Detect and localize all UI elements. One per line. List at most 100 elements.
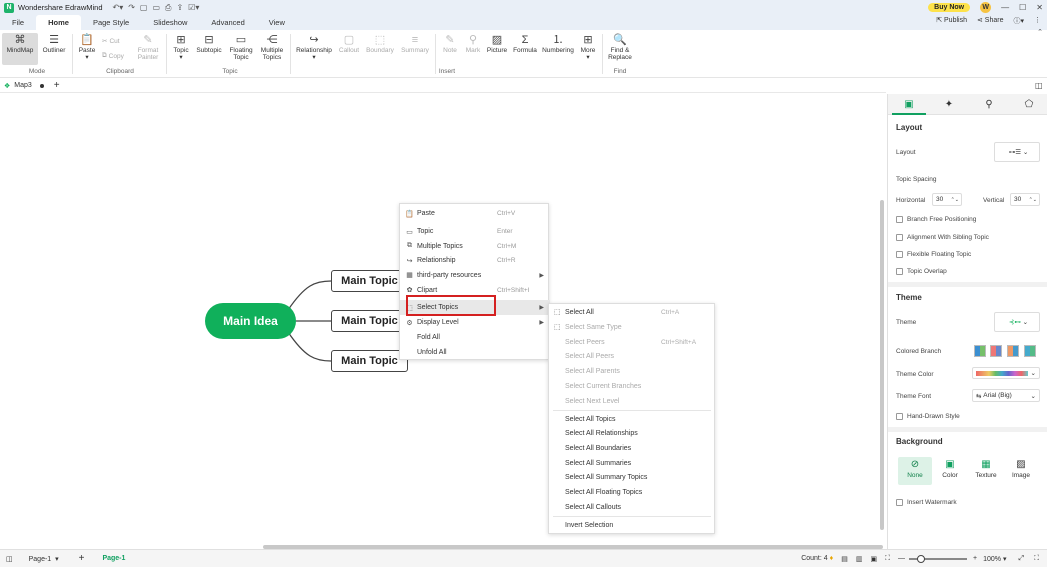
- background-color-option[interactable]: ▣ Color: [933, 457, 967, 485]
- location-tab-icon[interactable]: ⚲: [978, 96, 1000, 112]
- colored-branch-option[interactable]: [974, 345, 986, 357]
- menu-item-fold-all[interactable]: Fold All: [400, 330, 550, 345]
- submenu-item-select-next-level[interactable]: Select Next Level: [549, 394, 714, 409]
- main-idea-node[interactable]: Main Idea: [205, 303, 296, 339]
- outline-view-icon[interactable]: ▥: [856, 555, 863, 563]
- menu-item-unfold-all[interactable]: Unfold All: [400, 345, 550, 360]
- font-icon: ⇆: [976, 392, 982, 400]
- colored-branch-label: Colored Branch: [896, 348, 942, 355]
- menu-item-paste[interactable]: 📋 Paste Ctrl+V: [400, 206, 550, 221]
- submenu-item-select-all-summaries[interactable]: Select All Summaries: [549, 456, 714, 471]
- background-texture-option[interactable]: ▦ Texture: [969, 457, 1003, 485]
- zoom-slider-handle[interactable]: [917, 554, 926, 563]
- sidebar-toggle-icon[interactable]: ◫: [6, 555, 13, 563]
- add-page-button[interactable]: +: [79, 553, 85, 564]
- menu-item-third-party-resources[interactable]: ▦ third-party resources ▶: [400, 268, 550, 283]
- main-topic-node[interactable]: Main Topic: [331, 350, 408, 372]
- submenu-item-select-current-branches[interactable]: Select Current Branches: [549, 379, 714, 394]
- background-image-option[interactable]: ▨ Image: [1004, 457, 1038, 485]
- vertical-scrollbar[interactable]: [880, 200, 884, 530]
- theme-color-label: Theme Color: [896, 371, 934, 378]
- insert-watermark-checkbox[interactable]: Insert Watermark: [896, 499, 957, 506]
- submenu-item-select-same-type[interactable]: ⬚ Select Same Type: [549, 320, 714, 335]
- page-format-tab-icon[interactable]: ▣: [892, 96, 926, 115]
- main-topic-node[interactable]: Main Topic: [331, 310, 408, 332]
- alignment-sibling-checkbox[interactable]: Alignment With Sibling Topic: [896, 234, 989, 241]
- colored-branch-option[interactable]: [1024, 345, 1036, 357]
- branch-free-positioning-checkbox[interactable]: Branch Free Positioning: [896, 216, 976, 223]
- buy-now-button[interactable]: Buy Now: [928, 3, 971, 12]
- avatar[interactable]: W: [980, 2, 992, 13]
- publish-button[interactable]: ⇱ Publish: [936, 16, 967, 26]
- texture-icon: ▦: [981, 459, 991, 470]
- submenu-item-select-all-callouts[interactable]: Select All Callouts: [549, 500, 714, 515]
- submenu-item-select-all-boundaries[interactable]: Select All Boundaries: [549, 441, 714, 456]
- color-palette-preview: [976, 370, 1028, 376]
- background-none-option[interactable]: ⊘ None: [898, 457, 932, 485]
- submenu-item-select-all-parents[interactable]: Select All Parents: [549, 365, 714, 380]
- submenu-item-select-all-summary-topics[interactable]: Select All Summary Topics: [549, 471, 714, 486]
- hand-drawn-style-checkbox[interactable]: Hand-Drawn Style: [896, 413, 960, 420]
- theme-font-dropdown[interactable]: ⇆ Arial (Big) ⌄: [972, 389, 1040, 402]
- zoom-out-button[interactable]: —: [898, 555, 905, 562]
- colored-branch-option[interactable]: [1007, 345, 1019, 357]
- shape-tab-icon[interactable]: ⬠: [1018, 96, 1040, 112]
- zoom-level[interactable]: 100% ▾: [983, 555, 1006, 563]
- menu-item-relationship[interactable]: ↪ Relationship Ctrl+R: [400, 253, 550, 268]
- relationship-icon: ↪: [406, 257, 413, 265]
- maximize-icon[interactable]: ☐: [1019, 3, 1026, 12]
- colored-branch-option[interactable]: [990, 345, 1002, 357]
- share-button[interactable]: ⋖ Share: [977, 16, 1004, 26]
- context-menu: 📋 Paste Ctrl+V ▭ Topic Enter ⧉ Multiple …: [399, 203, 550, 360]
- chevron-down-icon: ⌄: [1030, 370, 1036, 377]
- page-select[interactable]: Page-1 ▾: [29, 555, 59, 563]
- theme-dropdown[interactable]: ⊰⊷ ⌄: [994, 312, 1040, 332]
- branch-line: [287, 331, 332, 362]
- chevron-right-icon: ▶: [539, 320, 544, 326]
- panel-toggle-icon[interactable]: ◫: [1035, 81, 1043, 90]
- submenu-item-select-all[interactable]: ⬚ Select All Ctrl+A: [549, 305, 714, 320]
- branch-line: [287, 280, 332, 311]
- background-header: Background: [896, 437, 943, 446]
- submenu-item-select-all-relationships[interactable]: Select All Relationships: [549, 427, 714, 442]
- display-level-icon: ⚙: [406, 319, 413, 327]
- vertical-spacing-input[interactable]: 30 ⌃⌄: [1010, 193, 1040, 206]
- main-topic-node[interactable]: Main Topic: [331, 270, 408, 292]
- topic-overlap-checkbox[interactable]: Topic Overlap: [896, 268, 947, 275]
- fit-page-icon[interactable]: ▤: [841, 555, 848, 563]
- minimize-icon[interactable]: —: [1001, 3, 1009, 12]
- menu-item-multiple-topics[interactable]: ⧉ Multiple Topics Ctrl+M: [400, 239, 550, 254]
- menu-item-display-level[interactable]: ⚙ Display Level ▶: [400, 315, 550, 330]
- close-icon[interactable]: ✕: [1036, 3, 1043, 12]
- fullscreen-icon[interactable]: ⛶: [885, 555, 890, 563]
- fit-window-icon[interactable]: ⤢: [1018, 555, 1024, 563]
- bulb-icon: ♦: [829, 555, 834, 562]
- layout-dropdown[interactable]: ⊶☰ ⌄: [994, 142, 1040, 162]
- submenu-item-invert-selection[interactable]: Invert Selection: [549, 518, 714, 533]
- layout-tree-icon: ⊶☰: [1008, 149, 1022, 156]
- horizontal-spacing-input[interactable]: 30 ⌃⌄: [932, 193, 962, 206]
- menu-item-topic[interactable]: ▭ Topic Enter: [400, 224, 550, 239]
- properties-panel: ▣ ✦ ⚲ ⬠ Layout Layout ⊶☰ ⌄ Topic Spacing…: [887, 94, 1047, 549]
- chevron-right-icon: ▶: [539, 305, 544, 311]
- page-tab[interactable]: Page-1: [102, 555, 125, 562]
- submenu-item-select-all-topics[interactable]: Select All Topics: [549, 412, 714, 427]
- submenu-item-select-all-peers[interactable]: Select All Peers: [549, 350, 714, 365]
- submenu-item-select-peers[interactable]: Select Peers Ctrl+Shift+A: [549, 335, 714, 350]
- zoom-slider[interactable]: [909, 554, 968, 563]
- flexible-floating-checkbox[interactable]: Flexible Floating Topic: [896, 251, 971, 258]
- chevron-down-icon: ⌄: [1030, 392, 1036, 400]
- more-icon[interactable]: ⋮: [1034, 16, 1041, 26]
- theme-color-dropdown[interactable]: ⌄: [972, 367, 1040, 379]
- slideshow-icon[interactable]: ▣: [870, 555, 877, 563]
- submenu-item-select-all-floating-topics[interactable]: Select All Floating Topics: [549, 486, 714, 501]
- topic-spacing-label: Topic Spacing: [896, 176, 937, 183]
- help-icon[interactable]: ⓘ▾: [1013, 16, 1024, 26]
- expand-icon[interactable]: ⛶: [1034, 555, 1039, 563]
- resources-icon: ▦: [406, 272, 413, 279]
- horizontal-label: Horizontal: [896, 197, 926, 204]
- ai-style-tab-icon[interactable]: ✦: [938, 96, 960, 112]
- zoom-in-button[interactable]: +: [973, 555, 977, 562]
- layout-label: Layout: [896, 149, 916, 156]
- collapse-ribbon-icon[interactable]: ⌃: [1037, 28, 1043, 36]
